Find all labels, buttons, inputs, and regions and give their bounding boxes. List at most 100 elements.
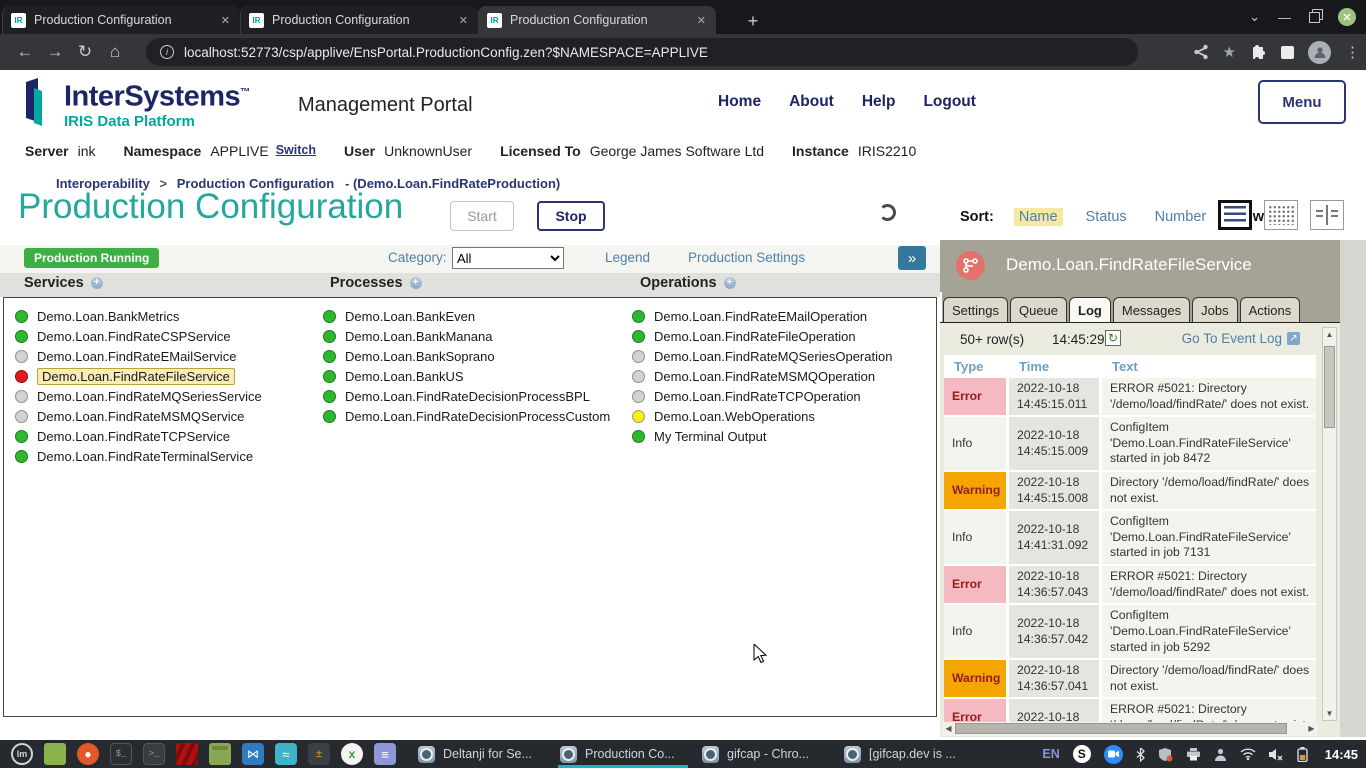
service-item[interactable]: Demo.Loan.FindRateMSMQService xyxy=(15,406,262,426)
detail-tab[interactable]: Messages xyxy=(1113,297,1190,322)
zoom-tray-icon[interactable] xyxy=(1104,745,1123,764)
taskbar-app-icon[interactable]: ⋈ xyxy=(242,743,264,765)
operation-item[interactable]: Demo.Loan.FindRateMSMQOperation xyxy=(632,366,892,386)
taskbar-window-button[interactable]: Production Co... xyxy=(552,740,694,768)
operation-item[interactable]: Demo.Loan.FindRateTCPOperation xyxy=(632,386,892,406)
window-minimize-icon[interactable]: — xyxy=(1278,10,1291,25)
service-item[interactable]: Demo.Loan.FindRateMQSeriesService xyxy=(15,386,262,406)
user-sessions-icon[interactable] xyxy=(1214,748,1227,761)
sort-option[interactable]: Number xyxy=(1150,208,1212,226)
go-to-event-log-link[interactable]: Go To Event Log ↗ xyxy=(1182,331,1300,346)
production-settings-link[interactable]: Production Settings xyxy=(688,250,805,265)
forward-icon[interactable]: → xyxy=(40,42,70,62)
view-grid-button[interactable] xyxy=(1264,200,1298,230)
log-refresh-icon[interactable]: ↻ xyxy=(1105,330,1121,346)
detail-tab[interactable]: Log xyxy=(1069,297,1111,322)
process-item[interactable]: Demo.Loan.FindRateDecisionProcessBPL xyxy=(323,386,610,406)
taskbar-window-button[interactable]: Deltanji for Se... xyxy=(410,740,552,768)
service-item[interactable]: Demo.Loan.FindRateEMailService xyxy=(15,346,262,366)
taskbar-window-button[interactable]: [gifcap.dev is ... xyxy=(836,740,978,768)
process-item[interactable]: Demo.Loan.BankUS xyxy=(323,366,610,386)
tab-search-chevron-icon[interactable]: ⌄ xyxy=(1249,9,1260,25)
tab-close-icon[interactable]: ✕ xyxy=(219,14,232,27)
sort-option[interactable]: Status xyxy=(1081,208,1132,226)
printer-icon[interactable] xyxy=(1186,748,1201,761)
view-split-button[interactable] xyxy=(1310,200,1344,230)
detail-tab[interactable]: Settings xyxy=(943,297,1008,322)
portal-nav-link[interactable]: About xyxy=(789,93,834,111)
detail-tab[interactable]: Actions xyxy=(1240,297,1301,322)
taskbar-app-icon[interactable]: ≡ xyxy=(374,743,396,765)
portal-nav-link[interactable]: Home xyxy=(718,93,761,111)
vertical-scroll-thumb[interactable] xyxy=(1324,346,1335,428)
taskbar-app-icon[interactable]: x xyxy=(341,743,363,765)
scroll-down-icon[interactable]: ▼ xyxy=(1323,707,1336,720)
start-button[interactable]: Start xyxy=(450,201,514,231)
scroll-up-icon[interactable]: ▲ xyxy=(1323,328,1336,341)
scroll-left-icon[interactable]: ◀ xyxy=(942,722,955,735)
operation-item[interactable]: Demo.Loan.FindRateFileOperation xyxy=(632,326,892,346)
bluetooth-icon[interactable] xyxy=(1136,747,1145,762)
tab-close-icon[interactable]: ✕ xyxy=(695,14,708,27)
extension-square-icon[interactable] xyxy=(1281,46,1294,59)
home-icon[interactable]: ⌂ xyxy=(100,42,130,62)
profile-avatar[interactable] xyxy=(1308,41,1331,64)
stop-button[interactable]: Stop xyxy=(537,201,605,231)
browser-tab[interactable]: IR Production Configuration ✕ xyxy=(2,6,240,34)
sort-option[interactable]: Name xyxy=(1014,208,1063,226)
log-vertical-scrollbar[interactable]: ▲ ▼ xyxy=(1322,327,1337,721)
battery-icon[interactable] xyxy=(1297,747,1308,762)
portal-nav-link[interactable]: Logout xyxy=(923,93,976,111)
add-service-button[interactable]: + xyxy=(91,277,103,289)
taskbar-app-icon[interactable]: ± xyxy=(308,743,330,765)
process-item[interactable]: Demo.Loan.BankManana xyxy=(323,326,610,346)
new-tab-button[interactable]: + xyxy=(740,8,766,34)
taskbar-app-icon[interactable]: ≈ xyxy=(275,743,297,765)
extensions-puzzle-icon[interactable] xyxy=(1250,44,1267,61)
window-close-icon[interactable]: ✕ xyxy=(1338,8,1356,26)
taskbar-clock[interactable]: 14:45 xyxy=(1325,747,1358,762)
taskbar-app-icon[interactable] xyxy=(176,743,198,765)
switch-namespace-link[interactable]: Switch xyxy=(276,143,316,159)
add-process-button[interactable]: + xyxy=(410,277,422,289)
service-item[interactable]: Demo.Loan.BankMetrics xyxy=(15,306,262,326)
taskbar-window-button[interactable]: gifcap - Chro... xyxy=(694,740,836,768)
operation-item[interactable]: My Terminal Output xyxy=(632,426,892,446)
wifi-icon[interactable] xyxy=(1240,748,1256,760)
tab-close-icon[interactable]: ✕ xyxy=(457,14,470,27)
detail-tab[interactable]: Queue xyxy=(1010,297,1067,322)
menu-button[interactable]: Menu xyxy=(1258,80,1346,124)
taskbar-app-icon[interactable]: lm xyxy=(11,743,33,765)
service-item[interactable]: Demo.Loan.FindRateCSPService xyxy=(15,326,262,346)
security-shield-icon[interactable] xyxy=(1158,747,1173,762)
expand-panel-button[interactable]: » xyxy=(898,246,926,270)
process-item[interactable]: Demo.Loan.FindRateDecisionProcessCustom xyxy=(323,406,610,426)
log-horizontal-scrollbar[interactable]: ◀ ▶ xyxy=(942,722,1318,736)
portal-nav-link[interactable]: Help xyxy=(862,93,896,111)
operation-item[interactable]: Demo.Loan.FindRateMQSeriesOperation xyxy=(632,346,892,366)
back-icon[interactable]: ← xyxy=(10,42,40,62)
process-item[interactable]: Demo.Loan.BankEven xyxy=(323,306,610,326)
operation-item[interactable]: Demo.Loan.WebOperations xyxy=(632,406,892,426)
taskbar-app-icon[interactable] xyxy=(209,743,231,765)
legend-link[interactable]: Legend xyxy=(605,250,650,265)
add-operation-button[interactable]: + xyxy=(724,277,736,289)
detail-tab[interactable]: Jobs xyxy=(1192,297,1237,322)
scroll-right-icon[interactable]: ▶ xyxy=(1305,722,1318,735)
category-select[interactable]: All xyxy=(452,247,564,269)
reload-icon[interactable]: ↻ xyxy=(70,42,100,62)
horizontal-scroll-thumb[interactable] xyxy=(955,723,1287,734)
browser-tab[interactable]: IR Production Configuration ✕ xyxy=(478,6,716,34)
view-list-button[interactable] xyxy=(1218,200,1252,230)
taskbar-app-icon[interactable] xyxy=(44,743,66,765)
taskbar-app-icon[interactable]: >_ xyxy=(143,743,165,765)
site-info-icon[interactable]: i xyxy=(160,45,174,59)
browser-tab[interactable]: IR Production Configuration ✕ xyxy=(240,6,478,34)
taskbar-app-icon[interactable]: $_ xyxy=(110,743,132,765)
share-icon[interactable] xyxy=(1193,44,1209,60)
keyboard-layout-indicator[interactable]: EN xyxy=(1042,747,1059,761)
service-item[interactable]: Demo.Loan.FindRateFileService xyxy=(15,366,262,386)
taskbar-app-icon[interactable]: ● xyxy=(77,743,99,765)
browser-menu-icon[interactable]: ⋮ xyxy=(1345,43,1360,61)
skype-tray-icon[interactable]: S xyxy=(1073,745,1091,763)
